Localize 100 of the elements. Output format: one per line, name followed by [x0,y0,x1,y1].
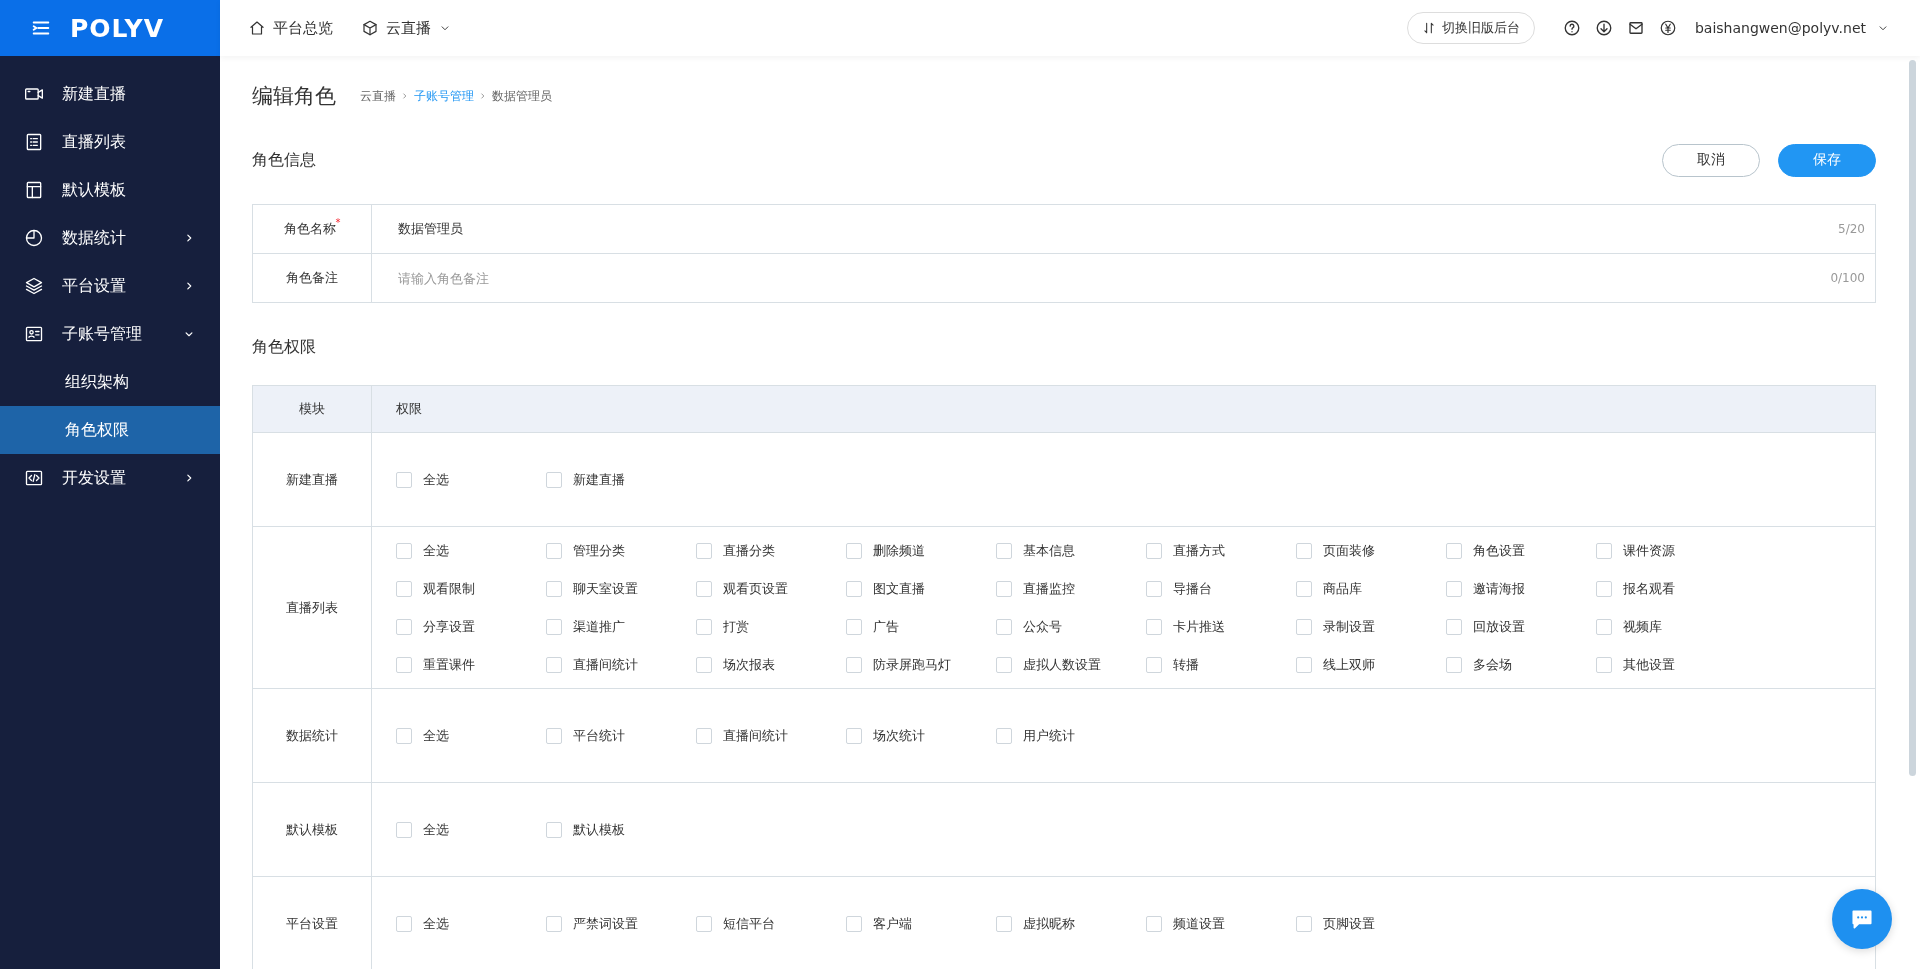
permission-checkbox[interactable]: 全选 [396,908,546,939]
cancel-button[interactable]: 取消 [1662,143,1760,177]
permission-checkbox[interactable]: 聊天室设置 [546,573,696,604]
module-name: 默认模板 [286,820,338,839]
permission-checkbox[interactable]: 频道设置 [1146,908,1296,939]
chat-button[interactable] [1832,889,1892,949]
permission-checkbox[interactable]: 导播台 [1146,573,1296,604]
permission-checkbox[interactable]: 基本信息 [996,535,1146,566]
permission-checkbox[interactable]: 卡片推送 [1146,611,1296,642]
user-menu[interactable]: baishangwen@polyv.net [1694,20,1890,36]
swap-icon [1421,21,1436,35]
permission-checkbox[interactable]: 直播间统计 [546,649,696,680]
permission-checkbox[interactable]: 默认模板 [546,814,696,845]
layout-icon [24,180,44,200]
permission-checkbox[interactable]: 新建直播 [546,464,696,495]
permission-checkbox[interactable]: 管理分类 [546,535,696,566]
sidebar-item[interactable]: 新建直播 [0,70,220,118]
module-name: 直播列表 [286,598,338,617]
module-name: 平台设置 [286,914,338,933]
permission-checkbox[interactable]: 用户统计 [996,720,1146,751]
permission-checkbox[interactable]: 录制设置 [1296,611,1446,642]
permission-checkbox[interactable]: 转播 [1146,649,1296,680]
permission-checkbox[interactable]: 删除频道 [846,535,996,566]
permission-checkbox[interactable]: 报名观看 [1596,573,1746,604]
breadcrumb-item: 云直播 [360,87,396,105]
permission-checkbox[interactable]: 平台统计 [546,720,696,751]
character-counter: 0/100 [1830,271,1865,285]
sidebar-item[interactable]: 子账号管理 [0,310,220,358]
id-card-icon [24,324,44,344]
page-title: 编辑角色 [252,83,336,110]
section-title: 角色权限 [252,336,316,358]
pie-chart-icon [24,228,44,248]
breadcrumb-item: 数据管理员 [492,87,552,105]
sidebar-subitem[interactable]: 角色权限 [0,406,220,454]
top-nav-item[interactable]: 云直播 [361,18,452,38]
section-title: 角色信息 [252,149,316,171]
sidebar-item[interactable]: 直播列表 [0,118,220,166]
permission-checkbox[interactable]: 图文直播 [846,573,996,604]
permission-checkbox[interactable]: 分享设置 [396,611,546,642]
permission-checkbox[interactable]: 公众号 [996,611,1146,642]
permission-checkbox[interactable]: 视频库 [1596,611,1746,642]
layers-icon [24,276,44,296]
permission-checkbox[interactable]: 多会场 [1446,649,1596,680]
cube-icon [361,19,379,37]
sidebar-item[interactable]: 平台设置 [0,262,220,310]
permission-checkbox[interactable]: 场次统计 [846,720,996,751]
permission-checkbox[interactable]: 角色设置 [1446,535,1596,566]
sidebar-item[interactable]: 默认模板 [0,166,220,214]
required-mark: * [335,217,341,228]
permission-checkbox[interactable]: 全选 [396,535,546,566]
permission-checkbox[interactable]: 重置课件 [396,649,546,680]
permission-checkbox[interactable]: 场次报表 [696,649,846,680]
permission-checkbox[interactable]: 广告 [846,611,996,642]
permission-checkbox[interactable]: 观看页设置 [696,573,846,604]
permission-checkbox[interactable]: 其他设置 [1596,649,1746,680]
permission-checkbox[interactable]: 课件资源 [1596,535,1746,566]
permission-checkbox[interactable]: 严禁词设置 [546,908,696,939]
input-field[interactable]: 请输入角色备注 [396,269,1831,287]
permission-checkbox[interactable]: 渠道推广 [546,611,696,642]
permission-checkbox[interactable]: 全选 [396,464,546,495]
switch-version-button[interactable]: 切换旧版后台 [1406,12,1535,44]
permission-checkbox[interactable]: 客户端 [846,908,996,939]
permission-checkbox[interactable]: 线上双师 [1296,649,1446,680]
permission-checkbox[interactable]: 页脚设置 [1296,908,1446,939]
input-field[interactable]: 数据管理员 [396,220,1839,238]
help-icon [1562,19,1581,37]
mail-icon [1626,19,1645,37]
field-label: 角色名称 [283,220,336,238]
yuan-icon [1658,19,1677,37]
module-name: 新建直播 [286,470,338,489]
permission-checkbox[interactable]: 虚拟人数设置 [996,649,1146,680]
permission-checkbox[interactable]: 短信平台 [696,908,846,939]
permission-checkbox[interactable]: 直播监控 [996,573,1146,604]
character-counter: 5/20 [1838,222,1865,236]
scrollbar[interactable] [1909,60,1916,776]
permission-checkbox[interactable]: 虚拟昵称 [996,908,1146,939]
module-name: 数据统计 [286,726,338,745]
list-icon [24,132,44,152]
permission-checkbox[interactable]: 商品库 [1296,573,1446,604]
top-nav-item[interactable]: 平台总览 [248,18,333,38]
permission-checkbox[interactable]: 打赏 [696,611,846,642]
sidebar-item[interactable]: 数据统计 [0,214,220,262]
sidebar-item[interactable]: 开发设置 [0,454,220,502]
permission-checkbox[interactable]: 观看限制 [396,573,546,604]
permission-checkbox[interactable]: 页面装修 [1296,535,1446,566]
permission-checkbox[interactable]: 直播方式 [1146,535,1296,566]
permission-checkbox[interactable]: 直播间统计 [696,720,846,751]
home-icon [248,19,266,37]
permission-checkbox[interactable]: 防录屏跑马灯 [846,649,996,680]
permission-checkbox[interactable]: 全选 [396,814,546,845]
column-header: 模块 [299,400,325,418]
download-icon [1594,19,1613,37]
permission-checkbox[interactable]: 全选 [396,720,546,751]
column-header: 权限 [396,400,422,418]
code-icon [24,468,44,488]
permission-checkbox[interactable]: 回放设置 [1446,611,1596,642]
sidebar-subitem[interactable]: 组织架构 [0,358,220,406]
permission-checkbox[interactable]: 直播分类 [696,535,846,566]
field-label: 角色备注 [286,269,338,287]
permission-checkbox[interactable]: 邀请海报 [1446,573,1596,604]
